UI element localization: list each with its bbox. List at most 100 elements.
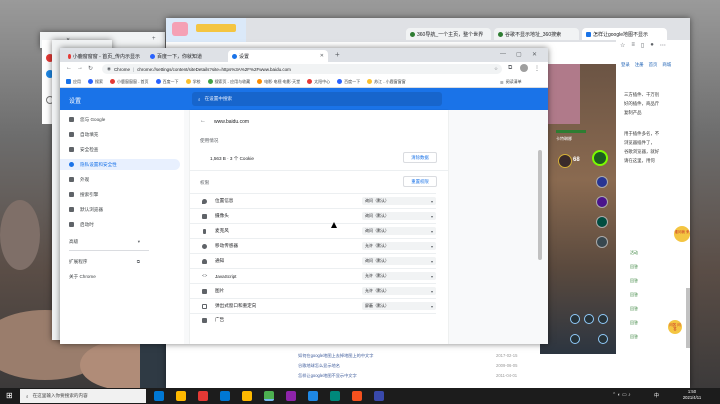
sidebar-item-default-browser[interactable]: 默认浏览器 <box>60 204 180 215</box>
bookmark-item[interactable]: 百度一下 <box>337 79 360 85</box>
bookmark-item[interactable]: 苏江 - 小鹿窗窗窗 <box>367 79 406 85</box>
skill-icon <box>596 196 608 208</box>
permission-select[interactable]: 屏蔽（默认） <box>362 302 436 310</box>
taskbar-search[interactable]: ⌕ 在这里输入你要搜索的内容 <box>20 389 146 403</box>
close-window-icon[interactable]: ✕ <box>532 51 537 58</box>
back-icon[interactable]: ← <box>66 65 72 71</box>
sidebar-item-on-startup[interactable]: 启动时 <box>60 219 180 230</box>
answer-label[interactable]: 回答 <box>630 288 670 302</box>
gear-icon <box>232 53 237 59</box>
answer-label[interactable]: 回答 <box>630 316 670 330</box>
reset-permissions-button[interactable]: 重置权限 <box>403 176 437 187</box>
reload-icon[interactable]: ↻ <box>88 65 93 72</box>
bookmark-item[interactable]: 搜索页 - 应用与收藏 <box>207 79 250 85</box>
sidebar-item-safety-check[interactable]: 安全检查 <box>60 144 180 155</box>
bookmark-item[interactable]: 百度一下 <box>155 79 179 85</box>
tab-360-home[interactable]: 360导航_一个主页，整个世界 <box>406 28 491 40</box>
permission-select[interactable]: 允许（默认） <box>362 242 436 250</box>
permission-select[interactable]: 允许（默认） <box>362 272 436 280</box>
bookmark-item[interactable]: 学校 <box>185 79 201 85</box>
bookmark-item[interactable]: 搜索 <box>88 79 103 85</box>
champion-name: 卡特琳娜 <box>556 136 572 141</box>
tray-icons[interactable]: ⌃ ◐ ▭ ♪ <box>612 392 631 398</box>
address-bar[interactable]: ◉ Chrome | chrome://settings/content/sit… <box>102 64 502 74</box>
settings-search[interactable]: ⌕ 在设置中搜索 <box>192 92 442 106</box>
sidebar-item-privacy[interactable]: 隐私设置和安全性 <box>60 159 180 170</box>
scrollbar[interactable] <box>686 288 690 348</box>
app-icon[interactable] <box>330 391 340 401</box>
bookmark-item[interactable]: 应用 <box>66 79 81 85</box>
app-icon[interactable] <box>374 391 384 401</box>
ime-indicator[interactable]: 中 <box>654 392 659 399</box>
back-arrow-icon[interactable]: ← <box>200 118 206 124</box>
clock[interactable]: 1:50 2021/4/11 <box>670 389 714 401</box>
app-icon[interactable] <box>198 391 208 401</box>
palette-icon <box>69 177 74 182</box>
sidebar-about-chrome[interactable]: 关于 Chrome <box>60 271 180 282</box>
permission-select[interactable]: 询问（默认） <box>362 227 436 235</box>
menu-icon[interactable]: ⋮ <box>534 65 540 72</box>
sidebar-extensions[interactable]: 扩展程序 ⧉ <box>60 256 180 267</box>
folder-icon[interactable] <box>176 391 186 401</box>
maximize-icon[interactable]: ▢ <box>516 51 522 58</box>
tab-xiaolu[interactable]: 小鹿窗窗窗 - 首页_传内示显示 <box>64 50 144 62</box>
star-icon[interactable]: ☆ <box>494 66 498 72</box>
minimize-icon[interactable]: — <box>500 51 506 57</box>
sidebar-item-search-engine[interactable]: 搜索引擎 <box>60 189 180 200</box>
settings-sidebar: 您与 Google 自动填充 安全检查 隐私设置和安全性 外观 搜索引擎 默认浏… <box>60 110 184 344</box>
more-icon[interactable]: ⋯ <box>660 42 666 49</box>
link[interactable]: 商城 <box>662 62 671 68</box>
avatar[interactable] <box>172 22 188 36</box>
answer-label[interactable]: 回答 <box>630 260 670 274</box>
permission-select[interactable]: 询问（默认） <box>362 212 436 220</box>
menu-icon[interactable]: ≡ <box>631 42 635 48</box>
link[interactable]: 登录 <box>621 62 630 68</box>
profile-avatar[interactable] <box>520 64 528 72</box>
reading-list[interactable]: ☰ 阅读清单 <box>500 79 522 85</box>
chrome-taskbar-icon[interactable] <box>264 391 274 401</box>
badge[interactable]: 问答 问答 <box>668 320 682 334</box>
bookmark-item[interactable]: 电影·电视·电影·天堂 <box>257 79 300 85</box>
sidebar-item-autofill[interactable]: 自动填充 <box>60 129 180 140</box>
answer-label[interactable]: 回答 <box>630 302 670 316</box>
bookmark-item[interactable]: 小鹿窗窗窗 - 首页 <box>110 79 149 85</box>
sidebar-item-appearance[interactable]: 外观 <box>60 174 180 185</box>
bookmark-icon[interactable]: ▯ <box>641 42 644 49</box>
sidebar-advanced[interactable]: 高级 ▾ <box>60 236 180 247</box>
app-icon[interactable] <box>242 391 252 401</box>
result-link[interactable]: 谷歌地球怎么显示地名 <box>298 363 340 369</box>
answer-label[interactable]: 回答 <box>630 330 670 344</box>
new-tab-button[interactable]: + <box>335 50 340 59</box>
scrollbar-thumb[interactable] <box>538 150 542 260</box>
link[interactable]: 首页 <box>649 62 658 68</box>
power-icon <box>69 222 74 227</box>
bookmark-item[interactable]: 太阳中心 <box>307 79 330 85</box>
link[interactable]: 注册 <box>635 62 644 68</box>
result-link[interactable]: 如何在google地图上去掉地图上的中文字 <box>298 353 373 359</box>
person-icon[interactable]: ● <box>650 42 654 48</box>
forward-icon[interactable]: → <box>77 65 83 71</box>
windows-start-icon[interactable]: ⊞ <box>6 391 16 401</box>
sidebar-item-you-and-google[interactable]: 您与 Google <box>60 114 180 125</box>
tab-360-search[interactable]: 谷歌不显示地址_360搜索 <box>494 28 579 40</box>
app-icon[interactable] <box>286 391 296 401</box>
close-tab-icon[interactable]: ✕ <box>320 53 324 59</box>
store-icon[interactable] <box>220 391 230 401</box>
star-icon[interactable]: ☆ <box>620 42 625 49</box>
app-icon[interactable] <box>352 391 362 401</box>
edge-icon[interactable] <box>154 391 164 401</box>
permission-select[interactable]: 询问（默认） <box>362 197 436 205</box>
answer-label[interactable]: 回答 <box>630 274 670 288</box>
tab-baidu[interactable]: 百度一下，你就知道 <box>146 50 226 62</box>
answer-label[interactable]: 活动 <box>630 246 670 260</box>
permission-select[interactable]: 允许（默认） <box>362 287 436 295</box>
app-icon[interactable] <box>308 391 318 401</box>
tab-google-map[interactable]: 怎样让google地图不显示 <box>582 28 667 40</box>
new-tab-icon[interactable]: + <box>152 36 156 42</box>
tab-settings[interactable]: 设置 ✕ <box>228 50 328 62</box>
permission-select[interactable]: 询问（默认） <box>362 257 436 265</box>
result-link[interactable]: 怎样让google地图不显示中文字 <box>298 373 357 379</box>
badge[interactable]: 谁问我 来 <box>674 226 690 242</box>
extension-icon[interactable]: ⧉ <box>508 65 512 72</box>
clear-data-button[interactable]: 清除数据 <box>403 152 437 163</box>
